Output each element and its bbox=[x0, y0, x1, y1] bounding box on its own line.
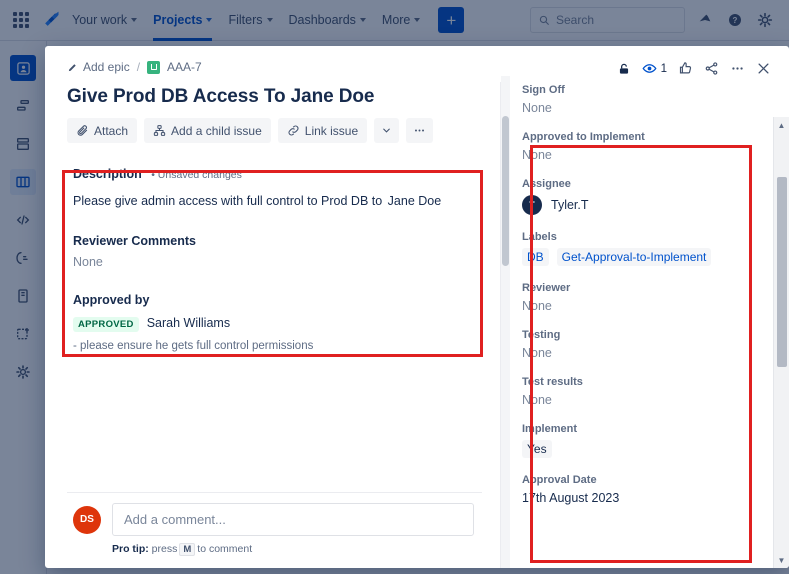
screen-root: Your work Projects Filters Dashboards Mo… bbox=[0, 0, 789, 574]
field-label: Approved to Implement bbox=[522, 131, 645, 143]
field-label: Implement bbox=[522, 423, 578, 435]
description-text: Please give admin access with full contr… bbox=[73, 194, 383, 208]
reviewer-comments-value: None bbox=[73, 255, 103, 270]
chevron-down-icon bbox=[383, 128, 390, 133]
field-value[interactable]: 17th August 2023 bbox=[522, 491, 734, 505]
link-icon bbox=[288, 125, 299, 136]
field-label: Reviewer bbox=[522, 282, 571, 294]
field-label: Approval Date bbox=[522, 474, 597, 486]
issue-main-column: Give Prod DB Access To Jane Doe Attach A… bbox=[45, 76, 500, 568]
field-label: Testing bbox=[522, 329, 561, 341]
status-badge: APPROVED bbox=[73, 317, 139, 333]
pro-tip-suffix: to comment bbox=[197, 543, 253, 555]
field-assignee: Assignee T Tyler.T bbox=[522, 178, 734, 215]
field-value[interactable]: Yes bbox=[522, 440, 552, 458]
comment-input[interactable]: Add a comment... bbox=[112, 503, 474, 536]
add-comment-section: DS Add a comment... Pro tip: press Mto co… bbox=[67, 492, 482, 568]
pro-tip-prefix: Pro tip: bbox=[112, 543, 149, 555]
thumbs-up-icon[interactable] bbox=[678, 61, 693, 76]
description-section: Description • Unsaved changes Please giv… bbox=[67, 155, 482, 368]
breadcrumb-separator: / bbox=[136, 60, 141, 74]
add-epic-button[interactable]: Add epic bbox=[67, 60, 130, 74]
avatar[interactable]: DS bbox=[73, 505, 101, 534]
story-type-icon bbox=[147, 60, 161, 74]
user-mention[interactable]: Jane Doe bbox=[386, 194, 444, 208]
modal-body: Give Prod DB Access To Jane Doe Attach A… bbox=[45, 76, 789, 568]
description-label: Description bbox=[73, 167, 142, 181]
modal-scrollbar-thumb[interactable] bbox=[777, 177, 787, 367]
assignee-name: Tyler.T bbox=[551, 198, 589, 212]
more-actions-icon bbox=[415, 129, 425, 132]
field-sign-off: Sign Off None bbox=[522, 84, 734, 115]
field-label: Sign Off bbox=[522, 84, 565, 96]
scroll-up-arrow-icon[interactable]: ▲ bbox=[774, 117, 789, 133]
details-scrollbar-thumb[interactable] bbox=[502, 116, 509, 266]
issue-fields-column: Sign Off None Approved to Implement None… bbox=[510, 76, 748, 568]
share-icon[interactable] bbox=[704, 61, 719, 76]
more-actions-icon[interactable] bbox=[730, 61, 745, 76]
scroll-down-arrow-icon[interactable]: ▼ bbox=[774, 552, 789, 568]
description-body[interactable]: Please give admin access with full contr… bbox=[73, 192, 474, 210]
unlock-icon[interactable] bbox=[617, 62, 631, 76]
watch-button[interactable]: 1 bbox=[642, 61, 667, 76]
field-value[interactable]: None bbox=[522, 101, 734, 115]
label-chip[interactable]: DB bbox=[522, 248, 549, 266]
unsaved-changes-label: • Unsaved changes bbox=[151, 169, 242, 181]
field-approval-date: Approval Date 17th August 2023 bbox=[522, 474, 734, 505]
comment-placeholder: Add a comment... bbox=[124, 512, 226, 527]
approved-by-label: Approved by bbox=[73, 293, 150, 308]
breadcrumb: Add epic / AAA-7 bbox=[67, 60, 202, 74]
page-title: Give Prod DB Access To Jane Doe bbox=[67, 86, 375, 107]
field-implement: Implement Yes bbox=[522, 423, 734, 458]
issue-action-buttons: Attach Add a child issue Link issue bbox=[67, 118, 482, 143]
attach-icon bbox=[77, 125, 88, 136]
link-issue-label: Link issue bbox=[304, 123, 359, 138]
field-value[interactable]: None bbox=[522, 346, 734, 360]
field-testing: Testing None bbox=[522, 329, 734, 360]
add-child-issue-button[interactable]: Add a child issue bbox=[144, 118, 271, 143]
modal-header-actions: 1 bbox=[617, 60, 771, 76]
issue-detail-modal: Add epic / AAA-7 1 Give Prod DB Access T… bbox=[45, 46, 789, 568]
field-value[interactable]: None bbox=[522, 148, 734, 162]
add-epic-label: Add epic bbox=[83, 60, 130, 74]
approved-by-row: APPROVED Sarah Williams - please ensure … bbox=[73, 316, 474, 352]
attach-label: Attach bbox=[94, 123, 129, 138]
modal-header: Add epic / AAA-7 1 bbox=[45, 46, 789, 76]
keyboard-shortcut-key: M bbox=[179, 543, 196, 556]
pro-tip-text: Pro tip: press Mto comment bbox=[112, 543, 474, 556]
label-chip[interactable]: Get-Approval-to-Implement bbox=[556, 248, 712, 266]
field-label: Assignee bbox=[522, 178, 571, 190]
field-test-results: Test results None bbox=[522, 376, 734, 407]
avatar: T bbox=[522, 195, 542, 215]
watch-eye-icon bbox=[642, 64, 657, 73]
reviewer-comments-label: Reviewer Comments bbox=[73, 234, 196, 249]
comment-row: DS Add a comment... bbox=[73, 503, 474, 536]
field-approved-to-implement: Approved to Implement None bbox=[522, 131, 734, 162]
labels-list: DB Get-Approval-to-Implement bbox=[522, 248, 734, 266]
assignee-value[interactable]: T Tyler.T bbox=[522, 195, 734, 215]
description-header: Description • Unsaved changes bbox=[73, 165, 474, 183]
issue-key-link[interactable]: AAA-7 bbox=[167, 60, 202, 74]
modal-scrollbar[interactable]: ▲ ▼ bbox=[773, 117, 789, 568]
link-issue-button[interactable]: Link issue bbox=[277, 118, 368, 143]
add-child-issue-label: Add a child issue bbox=[171, 123, 262, 138]
child-issue-icon bbox=[153, 125, 166, 136]
attach-button[interactable]: Attach bbox=[67, 118, 138, 143]
close-icon[interactable] bbox=[756, 61, 771, 76]
approver-name: Sarah Williams bbox=[146, 316, 231, 331]
field-label: Test results bbox=[522, 376, 583, 388]
field-value[interactable]: None bbox=[522, 299, 734, 313]
pro-tip-mid: press bbox=[151, 543, 178, 555]
field-value[interactable]: None bbox=[522, 393, 734, 407]
issue-more-actions-button[interactable] bbox=[406, 118, 434, 143]
watch-count: 1 bbox=[660, 62, 667, 75]
field-labels: Labels DB Get-Approval-to-Implement bbox=[522, 231, 734, 266]
actions-dropdown-button[interactable] bbox=[374, 118, 400, 143]
field-reviewer: Reviewer None bbox=[522, 282, 734, 313]
field-label: Labels bbox=[522, 231, 557, 243]
approver-note: - please ensure he gets full control per… bbox=[73, 340, 314, 353]
pencil-icon bbox=[68, 63, 76, 71]
details-scrollbar[interactable] bbox=[501, 76, 510, 568]
